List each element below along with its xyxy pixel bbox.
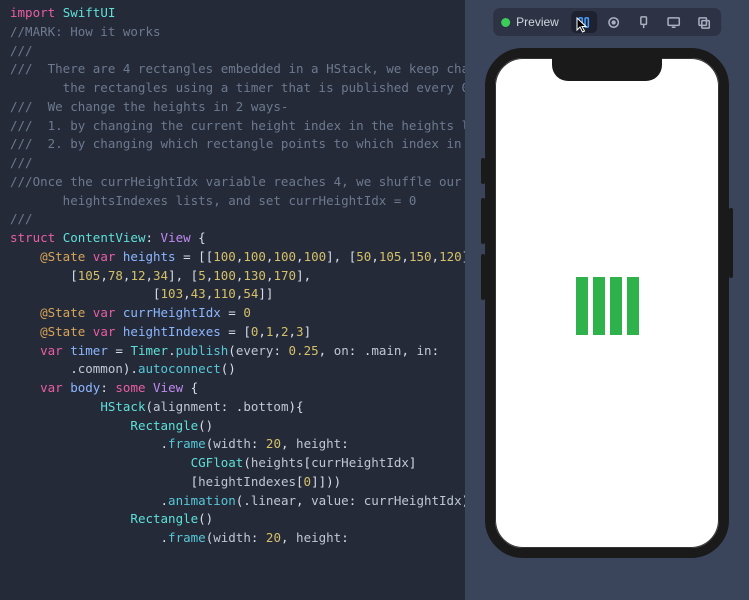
pin-icon [636, 15, 651, 30]
code-line[interactable]: HStack(alignment: .bottom){ [10, 398, 465, 417]
code-line[interactable]: ///Once the currHeightIdx variable reach… [10, 173, 465, 192]
phone-side-button [481, 158, 485, 184]
code-line[interactable]: Rectangle() [10, 417, 465, 436]
preview-pane: Preview [465, 0, 749, 600]
code-line[interactable]: /// [10, 154, 465, 173]
preview-status: Preview [497, 15, 567, 29]
code-line[interactable]: /// 2. by changing which rectangle point… [10, 135, 465, 154]
code-line[interactable]: //MARK: How it works [10, 23, 465, 42]
code-line[interactable]: /// [10, 42, 465, 61]
phone-mockup [485, 48, 729, 558]
chart-bar [627, 277, 639, 335]
chart-bar [576, 277, 588, 335]
phone-side-button [729, 208, 733, 278]
phone-side-button [481, 198, 485, 244]
code-line[interactable]: struct ContentView: View { [10, 229, 465, 248]
target-icon [606, 15, 621, 30]
selectable-mode-button[interactable] [601, 11, 627, 33]
code-line[interactable]: .frame(width: 20, height: [10, 435, 465, 454]
code-line[interactable]: @State var currHeightIdx = 0 [10, 304, 465, 323]
code-line[interactable]: [105,78,12,34], [5,100,130,170], [10, 267, 465, 286]
code-line[interactable]: /// [10, 210, 465, 229]
phone-screen [495, 58, 719, 548]
code-line[interactable]: var body: some View { [10, 379, 465, 398]
device-settings-button[interactable] [661, 11, 687, 33]
code-editor[interactable]: import SwiftUI//MARK: How it works//////… [0, 0, 465, 600]
stack-icon [696, 15, 711, 30]
code-line[interactable]: [heightIndexes[0]])) [10, 473, 465, 492]
code-line[interactable]: .common).autoconnect() [10, 360, 465, 379]
pin-preview-button[interactable] [631, 11, 657, 33]
status-dot-icon [501, 18, 510, 27]
preview-label: Preview [516, 15, 559, 29]
code-line[interactable]: /// We change the heights in 2 ways- [10, 98, 465, 117]
code-line[interactable]: heightsIndexes lists, and set currHeight… [10, 192, 465, 211]
phone-side-button [481, 254, 485, 300]
cursor-icon [576, 17, 588, 33]
code-line[interactable]: CGFloat(heights[currHeightIdx] [10, 454, 465, 473]
code-line[interactable]: @State var heightIndexes = [0,1,2,3] [10, 323, 465, 342]
code-line[interactable]: /// There are 4 rectangles embedded in a… [10, 60, 465, 79]
code-line[interactable]: Rectangle() [10, 510, 465, 529]
code-line[interactable]: the rectangles using a timer that is pub… [10, 79, 465, 98]
code-line[interactable]: import SwiftUI [10, 4, 465, 23]
display-icon [666, 15, 681, 30]
duplicate-preview-button[interactable] [691, 11, 717, 33]
chart-bar [593, 277, 605, 335]
code-line[interactable]: @State var heights = [[100,100,100,100],… [10, 248, 465, 267]
preview-toolbar: Preview [493, 8, 721, 36]
code-line[interactable]: [103,43,110,54]] [10, 285, 465, 304]
code-line[interactable]: var timer = Timer.publish(every: 0.25, o… [10, 342, 465, 361]
code-line[interactable]: /// 1. by changing the current height in… [10, 117, 465, 136]
chart-bar [610, 277, 622, 335]
code-line[interactable]: .animation(.linear, value: currHeightIdx… [10, 492, 465, 511]
code-line[interactable]: .frame(width: 20, height: [10, 529, 465, 548]
bar-chart [576, 271, 639, 335]
